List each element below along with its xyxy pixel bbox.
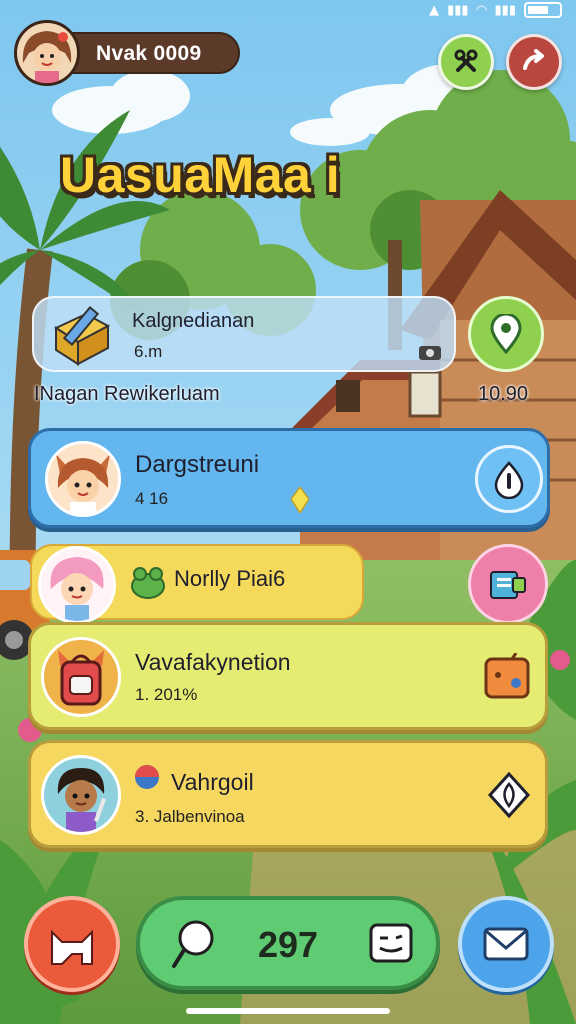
battery-icon [524,2,562,18]
frog-icon [131,567,165,599]
player-name: Nvak 0009 [96,42,202,65]
menu-card-3[interactable]: Norlly Piai6 [30,544,364,624]
menu-card-4[interactable]: Vavafakynetion 1. 201% [28,622,548,730]
game-title: UasuaMaa i [60,147,341,203]
player-name-wrap: Nvak 0009 [44,32,240,74]
exit-button[interactable] [506,34,562,90]
menu-card-5[interactable]: Vahrgoil 3. Jalbenvinoa [28,740,548,848]
gamepad-box-button[interactable] [477,647,537,707]
ball-icon [135,765,159,789]
mail-button[interactable] [458,896,554,992]
clipboard-button[interactable] [468,544,548,624]
card-5-sub: 3. Jalbenvinoa [135,807,245,826]
cellular-icon-2: ▮▮▮ [494,2,516,18]
boy-avatar [41,755,121,835]
card-3-label: Norlly Piai6 [174,566,286,591]
pink-hair-avatar [38,546,116,624]
wifi-icon: ◠ [476,2,487,18]
location-pin-icon [490,314,522,354]
gamepad-box-icon [484,653,530,699]
face-box-icon [369,923,413,963]
clipboard-icon [490,571,526,599]
box-pencil-icon [53,306,111,366]
menu-card-1[interactable]: Kalgnedianan 6.m [32,296,456,372]
leaf-badge-icon [487,772,531,818]
region-label: INagan Rewikerluam [34,383,220,405]
cellular-icon: ▮▮▮ [447,2,469,18]
player-profile[interactable]: Nvak 0009 [14,20,240,86]
card-4-sub: 1. 201% [135,685,198,704]
menu-card-2[interactable]: Dargstreuni 4 16 [28,428,550,528]
tools-button[interactable] [438,34,494,90]
card-1-label: Kalgnedianan [132,310,255,332]
currency-bar[interactable]: 297 [136,896,440,990]
status-bar: ▲ ▮▮▮ ◠ ▮▮▮ [429,0,562,20]
leaf-badge-button[interactable] [479,765,539,825]
currency-count: 297 [258,924,319,965]
tools-icon [454,49,478,72]
exit-arrow-icon [523,49,544,70]
cat-icon [51,929,93,965]
backpack-icon [41,637,121,717]
region-value: 10.90 [478,383,529,405]
card-1-sub: 6.m [134,342,163,361]
camera-icon [419,346,441,360]
info-drop-button[interactable] [475,445,543,513]
card-2-label: Dargstreuni [135,451,260,478]
home-indicator[interactable] [186,1008,390,1014]
lollipop-icon [172,920,214,968]
cat-button[interactable] [24,896,120,992]
location-pin-button[interactable] [468,296,544,372]
fox-girl-avatar [45,441,121,517]
crystal-icon [291,487,309,513]
card-4-label: Vavafakynetion [135,649,291,675]
signal-icon: ▲ [429,2,440,18]
info-drop-icon [494,461,524,499]
mail-icon [483,927,529,961]
card-2-sub: 4 16 [135,489,169,508]
card-5-label: Vahrgoil [171,769,254,795]
